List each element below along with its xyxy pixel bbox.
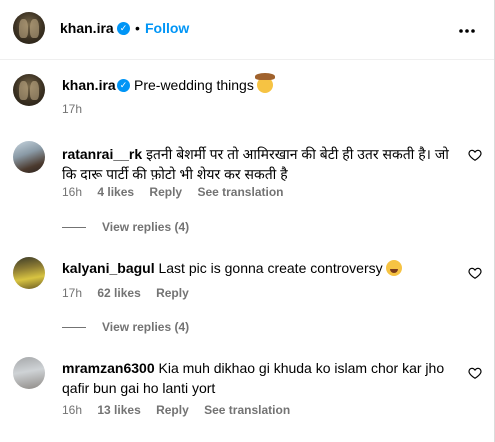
comment-username[interactable]: mramzan6300 <box>62 360 155 376</box>
comment-body: kalyani_bagul Last pic is gonna create c… <box>62 258 457 278</box>
reply-button[interactable]: Reply <box>156 286 189 300</box>
comment-time: 16h <box>62 185 83 199</box>
laughing-face-emoji <box>385 260 402 276</box>
view-replies-button[interactable]: View replies (4) <box>62 220 189 234</box>
reply-button[interactable]: Reply <box>149 185 182 199</box>
cowboy-face-emoji <box>254 73 275 93</box>
see-translation-button[interactable]: See translation <box>197 185 283 199</box>
comment-likes[interactable]: 13 likes <box>97 403 140 417</box>
comment-body: ratanrai__rk इतनी बेशर्मी पर तो आमिरखान … <box>62 144 457 184</box>
commenter-avatar[interactable] <box>13 357 45 389</box>
comment-time: 17h <box>62 286 83 300</box>
comment-text: Last pic is gonna create controversy <box>158 260 383 276</box>
commenter-avatar[interactable] <box>13 257 45 289</box>
comment-meta: 17h 62 likes Reply <box>62 286 201 300</box>
follow-button[interactable]: Follow <box>145 20 189 36</box>
comment-username[interactable]: ratanrai__rk <box>62 146 142 162</box>
author-username[interactable]: khan.ira <box>60 20 114 36</box>
author-avatar[interactable] <box>13 12 45 44</box>
comment-likes[interactable]: 62 likes <box>97 286 140 300</box>
see-translation-button[interactable]: See translation <box>204 403 290 417</box>
caption-text: Pre-wedding things <box>134 73 275 93</box>
replies-divider-line <box>62 227 86 229</box>
view-replies-label: View replies (4) <box>102 320 190 334</box>
more-options-icon[interactable] <box>458 18 476 39</box>
heart-outline-icon[interactable] <box>468 148 482 162</box>
caption-time: 17h <box>62 102 83 116</box>
comment-meta: 16h 4 likes Reply See translation <box>62 185 295 199</box>
separator-dot: • <box>135 20 140 36</box>
reply-button[interactable]: Reply <box>156 403 189 417</box>
view-replies-button[interactable]: View replies (4) <box>62 320 189 334</box>
heart-outline-icon[interactable] <box>468 366 482 380</box>
comment-meta: 16h 13 likes Reply See translation <box>62 403 302 417</box>
comment-body: mramzan6300 Kia muh dikhao gi khuda ko i… <box>62 358 457 398</box>
post-comments-panel: khan.ira ✓ • Follow khan.ira ✓ Pre-weddi… <box>0 0 495 442</box>
view-replies-label: View replies (4) <box>102 220 190 234</box>
verified-badge-icon: ✓ <box>117 79 130 92</box>
replies-divider-line <box>62 327 86 329</box>
comment-username[interactable]: kalyani_bagul <box>62 260 155 276</box>
heart-outline-icon[interactable] <box>468 266 482 280</box>
caption-username[interactable]: khan.ira <box>62 77 116 93</box>
post-header: khan.ira ✓ • Follow <box>0 0 494 60</box>
comment-likes[interactable]: 4 likes <box>97 185 134 199</box>
comment-time: 16h <box>62 403 83 417</box>
commenter-avatar[interactable] <box>13 141 45 173</box>
caption-avatar[interactable] <box>13 74 45 106</box>
caption-text-content: Pre-wedding things <box>134 77 254 93</box>
verified-badge-icon: ✓ <box>117 22 130 35</box>
